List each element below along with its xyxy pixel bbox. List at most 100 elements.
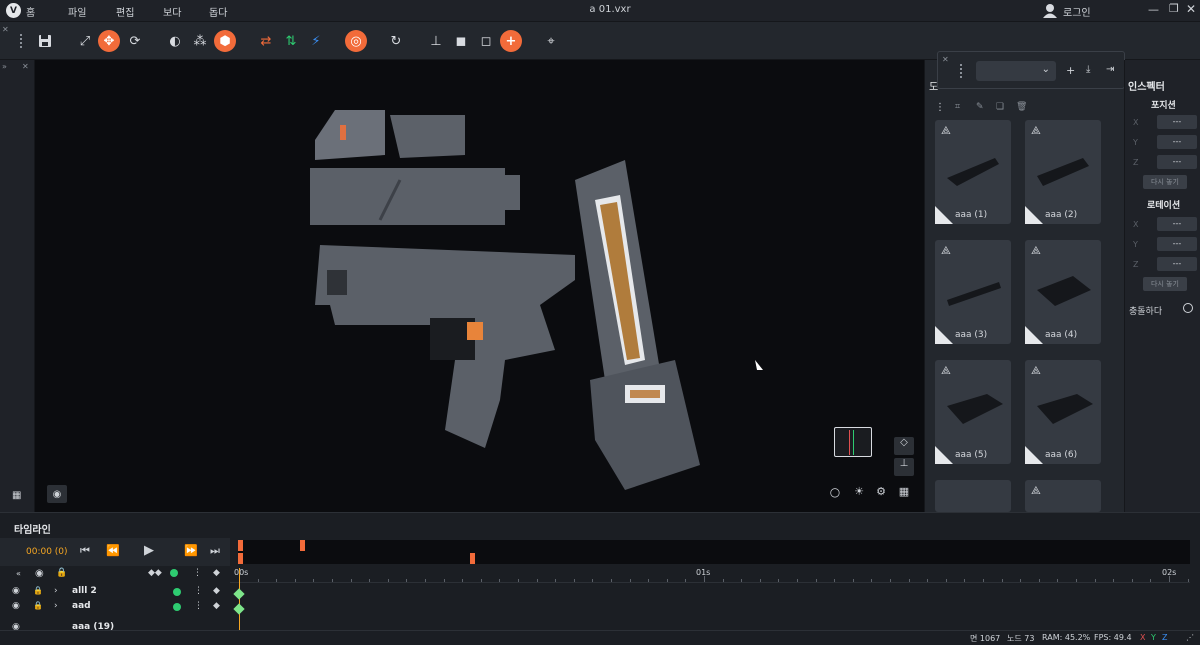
strip-tool-icon[interactable]: ▦ [12,490,21,501]
track-row[interactable]: ◉ aaa (19) [0,616,230,631]
track-row[interactable]: ◉ 🔒 › aad ⋮ ◆ [0,601,230,616]
menu-edit[interactable]: 편집 [116,4,134,19]
rotation-x-field[interactable]: --- [1157,217,1197,231]
scrub-marker[interactable] [238,540,243,551]
keyframe-marker[interactable] [233,588,245,600]
more-icon[interactable]: ⋮ [194,586,203,596]
material-icon[interactable]: ◐ [164,30,186,52]
resize-grip-icon[interactable]: ⋰ [1186,633,1194,642]
delete-icon[interactable]: 🗑 [1016,102,1027,112]
more-icon[interactable]: ⋮ [193,568,202,578]
position-reset-button[interactable]: 다시 놓기 [1143,175,1187,189]
fit-icon[interactable]: ⤢ [74,30,96,52]
model-card[interactable] [935,480,1011,512]
collapse-icon[interactable]: « [16,569,21,578]
strip-close-icon[interactable]: ✕ [22,62,29,71]
toolbar-drag-handle[interactable] [20,34,23,48]
model-card[interactable]: ⟁ [1025,480,1101,512]
crosshair-icon[interactable]: ⌖ [540,30,562,52]
login-button[interactable]: 로그인 [1063,4,1091,19]
toolbar-close-icon[interactable]: ✕ [2,25,9,34]
position-z-field[interactable]: --- [1157,155,1197,169]
menu-file[interactable]: 파일 [68,4,86,19]
light-icon[interactable]: ☀ [849,485,869,503]
model-card[interactable]: ⟁ aaa (4) [1025,240,1101,344]
scrub-marker[interactable] [470,553,475,564]
add-icon[interactable]: + [1066,64,1075,77]
rotation-reset-button[interactable]: 다시 놓기 [1143,277,1187,291]
minimize-icon[interactable]: — [1148,3,1159,16]
add-icon[interactable]: + [500,30,522,52]
expand-icon[interactable]: › [54,586,58,596]
hierarchy-icon[interactable]: ⁂ [189,30,211,52]
maximize-icon[interactable]: ❐ [1169,2,1179,15]
scrub-marker[interactable] [238,553,243,564]
keyframe-nav-icon[interactable]: ◆◆ [148,568,162,578]
collapse-icon[interactable]: » [2,62,7,71]
floating-close-icon[interactable]: ✕ [942,55,949,64]
model-card[interactable]: ⟁ aaa (5) [935,360,1011,464]
lock-icon[interactable]: 🔒 [56,568,67,578]
sphere-icon[interactable]: ○ [825,485,845,503]
refresh-icon[interactable]: ↻ [385,30,407,52]
lock-icon[interactable]: 🔒 [33,586,43,595]
eye-icon[interactable]: ◉ [12,586,20,596]
block-icon[interactable]: ◼ [450,30,472,52]
collision-toggle[interactable] [1183,303,1193,313]
home-menu[interactable]: 홈 [26,4,35,19]
skip-end-icon[interactable]: ⏭ [210,544,220,558]
keyframe-icon[interactable]: ◆ [213,568,220,578]
user-icon[interactable] [1043,3,1057,18]
rotate-icon[interactable]: ⟳ [124,30,146,52]
model-card[interactable]: ⟁ aaa (2) [1025,120,1101,224]
play-icon[interactable]: ▶ [144,543,154,558]
copy-icon[interactable]: ❏ [996,102,1004,112]
camera-icon[interactable]: ◉ [47,485,67,503]
skip-start-icon[interactable]: ⏮ [80,544,90,558]
eye-icon[interactable]: ◉ [12,601,20,611]
view-cube[interactable] [834,427,872,457]
expand-icon[interactable]: › [54,601,58,611]
scrub-marker[interactable] [300,540,305,551]
panel-more-icon[interactable]: ⋮ [935,102,945,113]
symmetry-icon[interactable]: ⚡ [305,30,327,52]
save-icon[interactable] [34,30,56,52]
crop-icon[interactable]: ⌗ [955,102,960,112]
edit-icon[interactable]: ✎ [976,102,984,112]
rotation-z-field[interactable]: --- [1157,257,1197,271]
more-icon[interactable]: ⋮ [194,601,203,611]
next-frame-icon[interactable]: ⏩ [184,544,198,557]
eye-icon[interactable]: ◉ [35,568,44,579]
track-row[interactable]: ◉ 🔒 › alll 2 ⋮ ◆ [0,586,230,601]
download-icon[interactable]: ⤓ [1086,64,1090,75]
cube-icon[interactable]: ⬢ [214,30,236,52]
model-card[interactable]: ⟁ aaa (6) [1025,360,1101,464]
target-icon[interactable]: ◎ [345,30,367,52]
keyframe-icon[interactable]: ◆ [213,601,220,611]
app-logo-icon[interactable]: V [6,3,21,18]
axis-icon[interactable]: ⊥ [894,458,914,476]
close-icon[interactable]: ✕ [1186,2,1196,16]
settings-icon[interactable]: ⚙ [871,485,891,503]
floating-select[interactable]: ⌄ [976,61,1056,81]
rotation-y-field[interactable]: --- [1157,237,1197,251]
floating-drag-handle[interactable] [960,64,963,78]
swap-icon[interactable]: ⇄ [255,30,277,52]
outline-icon[interactable]: ◻ [475,30,497,52]
model-card[interactable]: ⟁ aaa (1) [935,120,1011,224]
keyframe-marker[interactable] [233,603,245,615]
scrub-bar[interactable] [238,540,1190,564]
grid-icon[interactable]: ▦ [894,485,914,503]
menu-help[interactable]: 돕다 [209,4,227,19]
export-icon[interactable]: ⇥ [1106,64,1114,75]
lock-icon[interactable]: 🔒 [33,601,43,610]
position-y-field[interactable]: --- [1157,135,1197,149]
keyframe-icon[interactable]: ◆ [213,586,220,596]
3d-viewport[interactable]: ◉ ◇ ⊥ ○ ☀ ⚙ ▦ [35,60,924,512]
model-card[interactable]: ⟁ aaa (3) [935,240,1011,344]
position-x-field[interactable]: --- [1157,115,1197,129]
menu-view[interactable]: 보다 [163,4,181,19]
prev-frame-icon[interactable]: ⏪ [106,544,120,557]
move-icon[interactable]: ✥ [98,30,120,52]
layers-icon[interactable]: ◇ [894,437,914,455]
